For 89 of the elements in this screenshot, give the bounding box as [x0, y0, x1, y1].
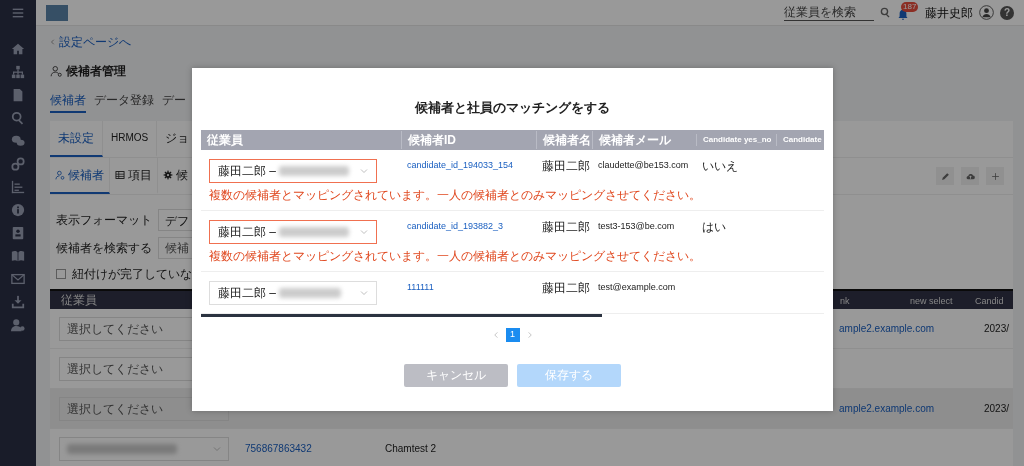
- column-header: Candid: [975, 296, 1004, 306]
- edit-icon: [940, 171, 950, 181]
- search-icon[interactable]: [880, 7, 891, 18]
- url-link[interactable]: ample2.example.com: [839, 323, 935, 334]
- column-header: 従業員: [61, 293, 97, 307]
- plus-icon: [990, 171, 1000, 181]
- tab[interactable]: 候補者: [50, 158, 110, 194]
- user-gear-icon[interactable]: [11, 318, 25, 332]
- column-header: 候補者名: [536, 130, 592, 149]
- hierarchy-icon[interactable]: [11, 65, 25, 79]
- redacted-text: [279, 227, 350, 238]
- select-field[interactable]: [59, 436, 229, 461]
- select-field[interactable]: 藤田二郎 –: [209, 158, 377, 183]
- chevron-right-icon[interactable]: [525, 330, 533, 339]
- horizontal-scrollbar[interactable]: [201, 313, 602, 317]
- candidate-id-link[interactable]: 756867863432: [245, 443, 312, 454]
- modal-title: 候補者と社員のマッチングをする: [413, 99, 611, 117]
- chevron-down-icon: [360, 166, 368, 175]
- tab[interactable]: 候補者: [50, 91, 86, 113]
- candidate-id-link[interactable]: candidate_id_193882_3: [407, 220, 504, 231]
- tab[interactable]: デー: [162, 91, 186, 113]
- user-icon: [55, 170, 65, 180]
- table-cell-text: 2023/: [984, 322, 1010, 336]
- table-cell: 藤田二郎: [542, 158, 590, 173]
- user-icon: [50, 65, 62, 77]
- mail-icon[interactable]: [11, 272, 25, 286]
- link-icon[interactable]: [11, 157, 25, 171]
- bar-chart-icon[interactable]: [11, 180, 25, 194]
- tab[interactable]: 未設定: [50, 121, 103, 157]
- column-header: Candidate: [776, 133, 824, 146]
- table-cell: test@example.com: [598, 281, 676, 292]
- home-icon[interactable]: [11, 42, 25, 56]
- error-message: 複数の候補者とマッピングされています。一人の候補者とのみマッピングさせてください。: [209, 247, 701, 265]
- table-cell: いいえ: [702, 158, 738, 173]
- column-header: 候補者メール: [592, 130, 696, 149]
- chevron-left-icon[interactable]: [492, 330, 500, 339]
- field-label: 表示フォーマット: [56, 212, 152, 229]
- select-field[interactable]: 藤田二郎 –: [209, 280, 377, 305]
- checkbox-label: 紐付けが完了していな: [72, 266, 192, 283]
- book-icon[interactable]: [11, 249, 25, 263]
- logo-photo-placeholder[interactable]: [46, 4, 68, 21]
- table-cell: はい: [702, 219, 726, 234]
- edit-button[interactable]: [936, 167, 954, 185]
- user-name[interactable]: 藤井史郎: [925, 3, 973, 22]
- table-icon: [115, 170, 125, 180]
- tab[interactable]: HRMOS: [103, 121, 158, 157]
- table-cell: 藤田二郎: [542, 280, 590, 295]
- cloud-upload-icon: [965, 171, 975, 181]
- column-header: Candidate yes_no: [696, 133, 776, 146]
- notification-badge: 187: [901, 1, 919, 12]
- field-label: 候補者を検索する: [56, 240, 152, 257]
- page-button[interactable]: 1: [505, 327, 520, 342]
- info-icon[interactable]: [11, 203, 25, 217]
- redacted-text: [279, 288, 342, 299]
- plus-button[interactable]: [986, 167, 1004, 185]
- column-header: new select: [910, 296, 953, 306]
- table-cell: test3-153@be.com: [598, 220, 675, 231]
- table-cell: 藤田二郎: [542, 219, 590, 234]
- menu-icon[interactable]: [11, 6, 25, 20]
- chevron-down-icon: [360, 288, 368, 297]
- document-icon[interactable]: [11, 88, 25, 102]
- search-icon[interactable]: [11, 111, 25, 125]
- error-message: 複数の候補者とマッピングされています。一人の候補者とのみマッピングさせてください。: [209, 186, 701, 204]
- table-cell: Chamtest 2: [385, 443, 437, 454]
- gear-icon: [163, 170, 173, 180]
- candidate-id-link[interactable]: candidate_id_194033_154: [407, 159, 514, 170]
- chat-icon[interactable]: [11, 134, 25, 148]
- select-field[interactable]: 藤田二郎 –: [209, 219, 377, 244]
- cloud-upload-button[interactable]: [961, 167, 979, 185]
- search-field[interactable]: 従業員を検索: [784, 4, 874, 21]
- chevron-left-icon: [50, 38, 56, 46]
- avatar-icon[interactable]: [979, 5, 994, 20]
- table-cell: claudette@be153.com: [598, 159, 689, 170]
- column-header: nk: [840, 296, 850, 306]
- candidate-id-link[interactable]: 111111: [407, 281, 434, 292]
- page-title: 候補者管理: [66, 63, 126, 80]
- chevron-down-icon: [360, 227, 368, 236]
- tab[interactable]: 項目: [110, 158, 158, 194]
- column-header: 従業員: [206, 131, 244, 149]
- column-header: 候補者ID: [401, 130, 536, 149]
- download-icon[interactable]: [11, 295, 25, 309]
- tab[interactable]: データ登録: [94, 91, 154, 113]
- contact-card-icon[interactable]: [11, 226, 25, 240]
- table-cell-text: 2023/: [984, 402, 1010, 416]
- redacted-text: [279, 166, 350, 177]
- checkbox[interactable]: [56, 269, 66, 279]
- help-icon[interactable]: ?: [1000, 5, 1014, 20]
- url-link[interactable]: ample2.example.com: [839, 403, 935, 414]
- back-link[interactable]: 設定ページへ: [50, 33, 131, 51]
